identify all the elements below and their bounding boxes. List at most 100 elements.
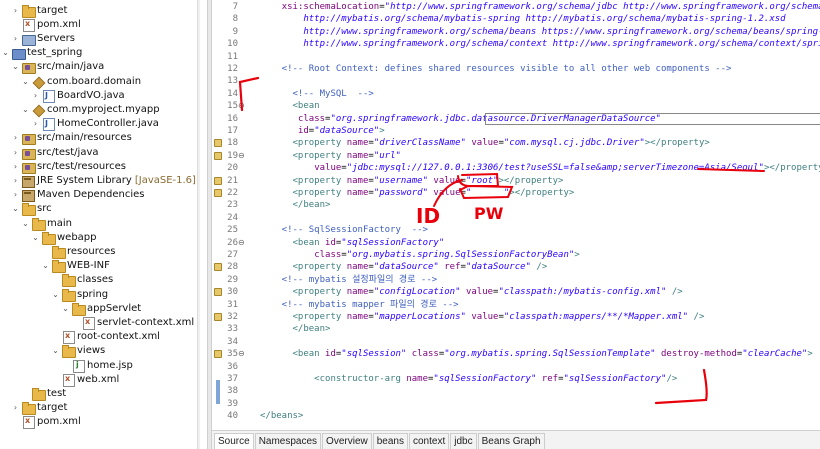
expand-toggle-icon[interactable]: › xyxy=(11,190,20,199)
code-line[interactable]: </bean> xyxy=(260,199,331,211)
warning-marker-icon[interactable] xyxy=(214,189,222,197)
code-line[interactable]: xsi:schemaLocation="http://www.springfra… xyxy=(260,1,820,13)
code-line[interactable]: value="jdbc:mysql://127.0.0.1:3306/test?… xyxy=(260,162,820,174)
warning-marker-icon[interactable] xyxy=(214,176,222,185)
collapse-toggle-icon[interactable]: ⌄ xyxy=(51,346,60,355)
code-line[interactable]: <bean xyxy=(260,100,320,112)
tree-item-webapp[interactable]: ⌄ webapp xyxy=(0,230,97,245)
tab-source[interactable]: Source xyxy=(214,433,254,449)
tree-item-home-jsp[interactable]: home.jsp xyxy=(0,358,133,373)
code-line[interactable]: <bean id="sqlSession" class="org.mybatis… xyxy=(260,348,813,360)
tree-item-target[interactable]: › target xyxy=(0,401,67,416)
fold-toggle-icon[interactable]: ⊖ xyxy=(238,237,245,249)
tree-item-test[interactable]: test xyxy=(0,386,66,401)
fold-toggle-icon[interactable]: ⊖ xyxy=(238,150,245,162)
tree-item-main[interactable]: ⌄ main xyxy=(0,216,72,231)
tree-item-com-myproject-myapp[interactable]: ⌄ com.myproject.myapp xyxy=(0,102,159,116)
code-line[interactable]: <!-- mybatis 설정파일의 경로 --> xyxy=(260,274,438,286)
tree-item-web-xml[interactable]: web.xml xyxy=(0,372,119,387)
code-line[interactable]: <property name="configLocation" value="c… xyxy=(260,286,683,298)
code-token: <property xyxy=(260,312,347,322)
expand-toggle-icon[interactable]: › xyxy=(11,34,20,43)
tab-context[interactable]: context xyxy=(408,433,450,449)
expand-toggle-icon[interactable]: › xyxy=(11,403,20,412)
code-line[interactable]: http://mybatis.org/schema/mybatis-spring… xyxy=(260,13,785,25)
collapse-toggle-icon[interactable]: ⌄ xyxy=(21,77,30,86)
tree-item-views[interactable]: ⌄ views xyxy=(0,344,105,359)
collapse-toggle-icon[interactable]: ⌄ xyxy=(31,233,40,242)
collapse-toggle-icon[interactable]: ⌄ xyxy=(61,304,70,313)
code-line[interactable]: <property name="driverClassName" value="… xyxy=(260,137,710,149)
code-line[interactable]: <!-- MySQL --> xyxy=(260,88,374,100)
collapse-toggle-icon[interactable]: ⌄ xyxy=(21,105,30,114)
tab-beans[interactable]: beans xyxy=(372,433,408,449)
expand-toggle-icon[interactable]: › xyxy=(11,6,20,15)
collapse-toggle-icon[interactable]: ⌄ xyxy=(41,261,50,270)
explorer-scrollbar[interactable] xyxy=(197,0,200,449)
xml-editor[interactable]: 7 xsi:schemaLocation="http://www.springf… xyxy=(212,0,820,430)
tree-item-com-board-domain[interactable]: ⌄ com.board.domain xyxy=(0,74,141,88)
tab-beans-graph[interactable]: Beans Graph xyxy=(477,433,545,449)
tree-item-root-context-xml[interactable]: root-context.xml xyxy=(0,330,160,345)
tree-item-src-main-java[interactable]: ⌄ src/main/java xyxy=(0,60,104,75)
tree-item-src-test-java[interactable]: › src/test/java xyxy=(0,145,99,160)
expand-toggle-icon[interactable]: › xyxy=(11,133,20,142)
collapse-toggle-icon[interactable]: ⌄ xyxy=(11,62,20,71)
fold-toggle-icon[interactable]: ⊖ xyxy=(238,348,245,360)
code-token: id xyxy=(297,126,309,136)
code-line[interactable]: <property name="username" value="root"><… xyxy=(260,175,564,187)
code-line[interactable]: <bean id="sqlSessionFactory" xyxy=(260,237,445,249)
tab-namespaces[interactable]: Namespaces xyxy=(254,433,322,449)
tree-item-spring[interactable]: ⌄ spring xyxy=(0,287,108,302)
tree-item-resources[interactable]: resources xyxy=(0,244,115,259)
code-line[interactable]: </beans> xyxy=(260,410,303,422)
tree-item-target[interactable]: › target xyxy=(0,3,67,18)
tree-item-web-inf[interactable]: ⌄ WEB-INF xyxy=(0,259,110,274)
tree-item-jre-system-library[interactable]: › JRE System Library [JavaSE-1.6] xyxy=(0,173,196,188)
tree-item-src-main-resources[interactable]: › src/main/resources xyxy=(0,131,132,146)
tree-item-servers[interactable]: › Servers xyxy=(0,31,75,46)
expand-toggle-icon[interactable]: › xyxy=(11,176,20,185)
code-line[interactable]: <property name="dataSource" ref="dataSou… xyxy=(260,261,548,273)
tree-item-appservlet[interactable]: ⌄ appServlet xyxy=(0,301,141,316)
expand-toggle-icon[interactable]: › xyxy=(11,162,20,171)
collapse-toggle-icon[interactable]: ⌄ xyxy=(51,290,60,299)
tree-item-maven-dependencies[interactable]: › Maven Dependencies xyxy=(0,188,145,203)
tree-item-servlet-context-xml[interactable]: servlet-context.xml xyxy=(0,315,194,330)
code-line[interactable]: </bean> xyxy=(260,323,331,335)
code-line[interactable]: <property name="mapperLocations" value="… xyxy=(260,311,705,323)
expand-toggle-icon[interactable]: › xyxy=(31,119,40,128)
code-line[interactable]: id="dataSource"> xyxy=(260,125,385,137)
tree-item-classes[interactable]: classes xyxy=(0,273,113,288)
tree-item-src[interactable]: ⌄ src xyxy=(0,202,52,217)
tab-overview[interactable]: Overview xyxy=(322,433,372,449)
tree-item-test-spring[interactable]: ⌄ test_spring xyxy=(0,46,82,61)
warning-marker-icon[interactable] xyxy=(214,263,222,272)
code-line[interactable]: http://www.springframework.org/schema/be… xyxy=(260,26,820,38)
code-line[interactable]: <!-- SqlSessionFactory --> xyxy=(260,224,428,236)
tree-item-pom-xml[interactable]: pom.xml xyxy=(0,415,81,430)
warning-marker-icon[interactable] xyxy=(214,350,222,359)
code-line[interactable]: <property name="url" xyxy=(260,150,401,162)
collapse-toggle-icon[interactable]: ⌄ xyxy=(11,204,20,213)
warning-marker-icon[interactable] xyxy=(214,151,222,160)
tree-item-homecontroller-java[interactable]: › HomeController.java xyxy=(0,117,159,132)
code-line[interactable]: <!-- Root Context: defines shared resour… xyxy=(260,63,732,75)
warning-marker-icon[interactable] xyxy=(214,139,222,148)
tree-item-pom-xml[interactable]: pom.xml xyxy=(0,17,81,32)
expand-toggle-icon[interactable]: › xyxy=(31,91,40,100)
code-line[interactable]: <!-- mybatis mapper 파일의 경로 --> xyxy=(260,299,459,311)
collapse-toggle-icon[interactable]: ⌄ xyxy=(1,48,10,57)
fold-toggle-icon[interactable]: ⊖ xyxy=(238,100,245,112)
warning-marker-icon[interactable] xyxy=(214,313,222,321)
tree-item-boardvo-java[interactable]: › BoardVO.java xyxy=(0,88,125,103)
code-line[interactable]: <constructor-arg name="sqlSessionFactory… xyxy=(260,373,677,385)
tree-item-src-test-resources[interactable]: › src/test/resources xyxy=(0,159,126,174)
code-line[interactable]: http://www.springframework.org/schema/co… xyxy=(260,38,820,50)
code-line[interactable]: <property name="password" value=" "></pr… xyxy=(260,187,575,199)
expand-toggle-icon[interactable]: › xyxy=(11,148,20,157)
warning-marker-icon[interactable] xyxy=(214,288,222,297)
tab-jdbc[interactable]: jdbc xyxy=(450,433,477,449)
collapse-toggle-icon[interactable]: ⌄ xyxy=(21,219,30,228)
code-line[interactable]: class="org.mybatis.spring.SqlSessionFact… xyxy=(260,249,580,261)
